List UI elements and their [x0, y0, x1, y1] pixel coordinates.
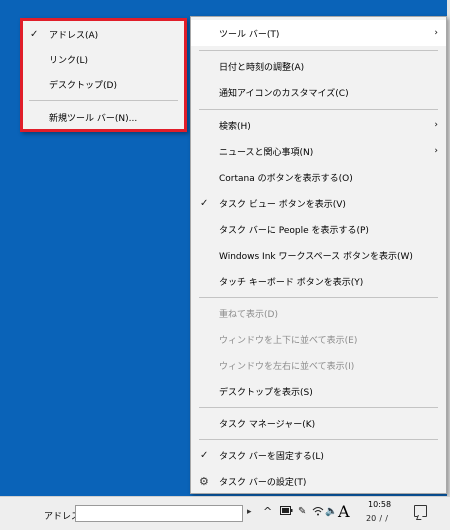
address-input[interactable] — [75, 505, 243, 522]
menu-item-side-by-side-windows: ウィンドウを左右に並べて表示(I) — [191, 352, 446, 378]
check-icon: ✓ — [200, 449, 209, 461]
menu-item-label: タッチ キーボード ボタンを表示(Y) — [219, 277, 364, 288]
taskbar-context-menu: ツール バー(T) › 日付と時刻の調整(A) 通知アイコンのカスタマイズ(C)… — [190, 16, 447, 494]
menu-item-lock-taskbar[interactable]: ✓ タスク バーを固定する(L) — [191, 442, 446, 468]
menu-separator — [199, 109, 438, 110]
menu-item-news-and-interests[interactable]: ニュースと関心事項(N) › — [191, 138, 446, 164]
chevron-right-icon: › — [434, 146, 438, 156]
chevron-right-icon: › — [434, 120, 438, 130]
menu-item-label: タスク バーを固定する(L) — [219, 451, 324, 462]
volume-icon[interactable]: 🔈 — [325, 506, 337, 517]
menu-item-adjust-date-time[interactable]: 日付と時刻の調整(A) — [191, 53, 446, 79]
menu-separator — [199, 407, 438, 408]
menu-item-label: タスク バーに People を表示する(P) — [219, 225, 369, 236]
address-submit-icon[interactable]: ▸ — [247, 507, 252, 517]
menu-item-label: タスク ビュー ボタンを表示(V) — [219, 199, 346, 210]
menu-item-label: デスクトップを表示(S) — [219, 387, 313, 398]
menu-item-toolbars[interactable]: ツール バー(T) › — [191, 20, 446, 46]
menu-item-label: 通知アイコンのカスタマイズ(C) — [219, 88, 349, 99]
menu-item-label: ウィンドウを上下に並べて表示(E) — [219, 335, 358, 346]
menu-item-show-desktop[interactable]: デスクトップを表示(S) — [191, 378, 446, 404]
menu-item-label: 日付と時刻の調整(A) — [219, 62, 305, 73]
menu-item-cascade-windows: 重ねて表示(D) — [191, 300, 446, 326]
check-icon: ✓ — [200, 197, 209, 209]
menu-item-show-windows-ink-button[interactable]: Windows Ink ワークスペース ボタンを表示(W) — [191, 242, 446, 268]
menu-item-show-touch-keyboard-button[interactable]: タッチ キーボード ボタンを表示(Y) — [191, 268, 446, 294]
ime-mode-indicator[interactable]: A — [338, 502, 350, 521]
menu-item-label: Windows Ink ワークスペース ボタンを表示(W) — [219, 251, 413, 262]
menu-item-label: 検索(H) — [219, 121, 251, 132]
menu-item-label: タスク マネージャー(K) — [219, 419, 316, 430]
menu-separator — [199, 297, 438, 298]
clock-date[interactable]: 20 / / — [366, 514, 388, 523]
menu-item-customize-notification-icons[interactable]: 通知アイコンのカスタマイズ(C) — [191, 79, 446, 105]
clock-time[interactable]: 10:58 — [368, 500, 391, 509]
menu-item-label: ツール バー(T) — [219, 29, 280, 40]
highlight-frame — [20, 18, 187, 132]
menu-item-stack-windows: ウィンドウを上下に並べて表示(E) — [191, 326, 446, 352]
menu-item-label: タスク バーの設定(T) — [219, 477, 307, 488]
show-hidden-icons-chevron-icon[interactable]: ^ — [263, 505, 272, 518]
menu-item-search[interactable]: 検索(H) › — [191, 112, 446, 138]
wifi-icon[interactable] — [312, 506, 324, 519]
taskbar: アドレス ▸ ^ ✎ 🔈 A 10:58 20 / / — [0, 496, 450, 530]
menu-item-label: 重ねて表示(D) — [219, 309, 278, 320]
menu-item-show-task-view-button[interactable]: ✓ タスク ビュー ボタンを表示(V) — [191, 190, 446, 216]
menu-item-show-people[interactable]: タスク バーに People を表示する(P) — [191, 216, 446, 242]
menu-item-taskbar-settings[interactable]: ⚙ タスク バーの設定(T) — [191, 468, 446, 494]
chevron-right-icon: › — [434, 28, 438, 38]
menu-separator — [199, 439, 438, 440]
menu-separator — [199, 50, 438, 51]
menu-item-label: ウィンドウを左右に並べて表示(I) — [219, 361, 355, 372]
menu-item-label: Cortana のボタンを表示する(O) — [219, 173, 353, 184]
action-center-icon[interactable] — [414, 505, 427, 517]
menu-item-show-cortana-button[interactable]: Cortana のボタンを表示する(O) — [191, 164, 446, 190]
battery-icon[interactable] — [280, 506, 293, 518]
gear-icon: ⚙ — [199, 474, 209, 488]
menu-item-task-manager[interactable]: タスク マネージャー(K) — [191, 410, 446, 436]
pen-icon[interactable]: ✎ — [298, 506, 306, 517]
menu-item-label: ニュースと関心事項(N) — [219, 147, 314, 158]
